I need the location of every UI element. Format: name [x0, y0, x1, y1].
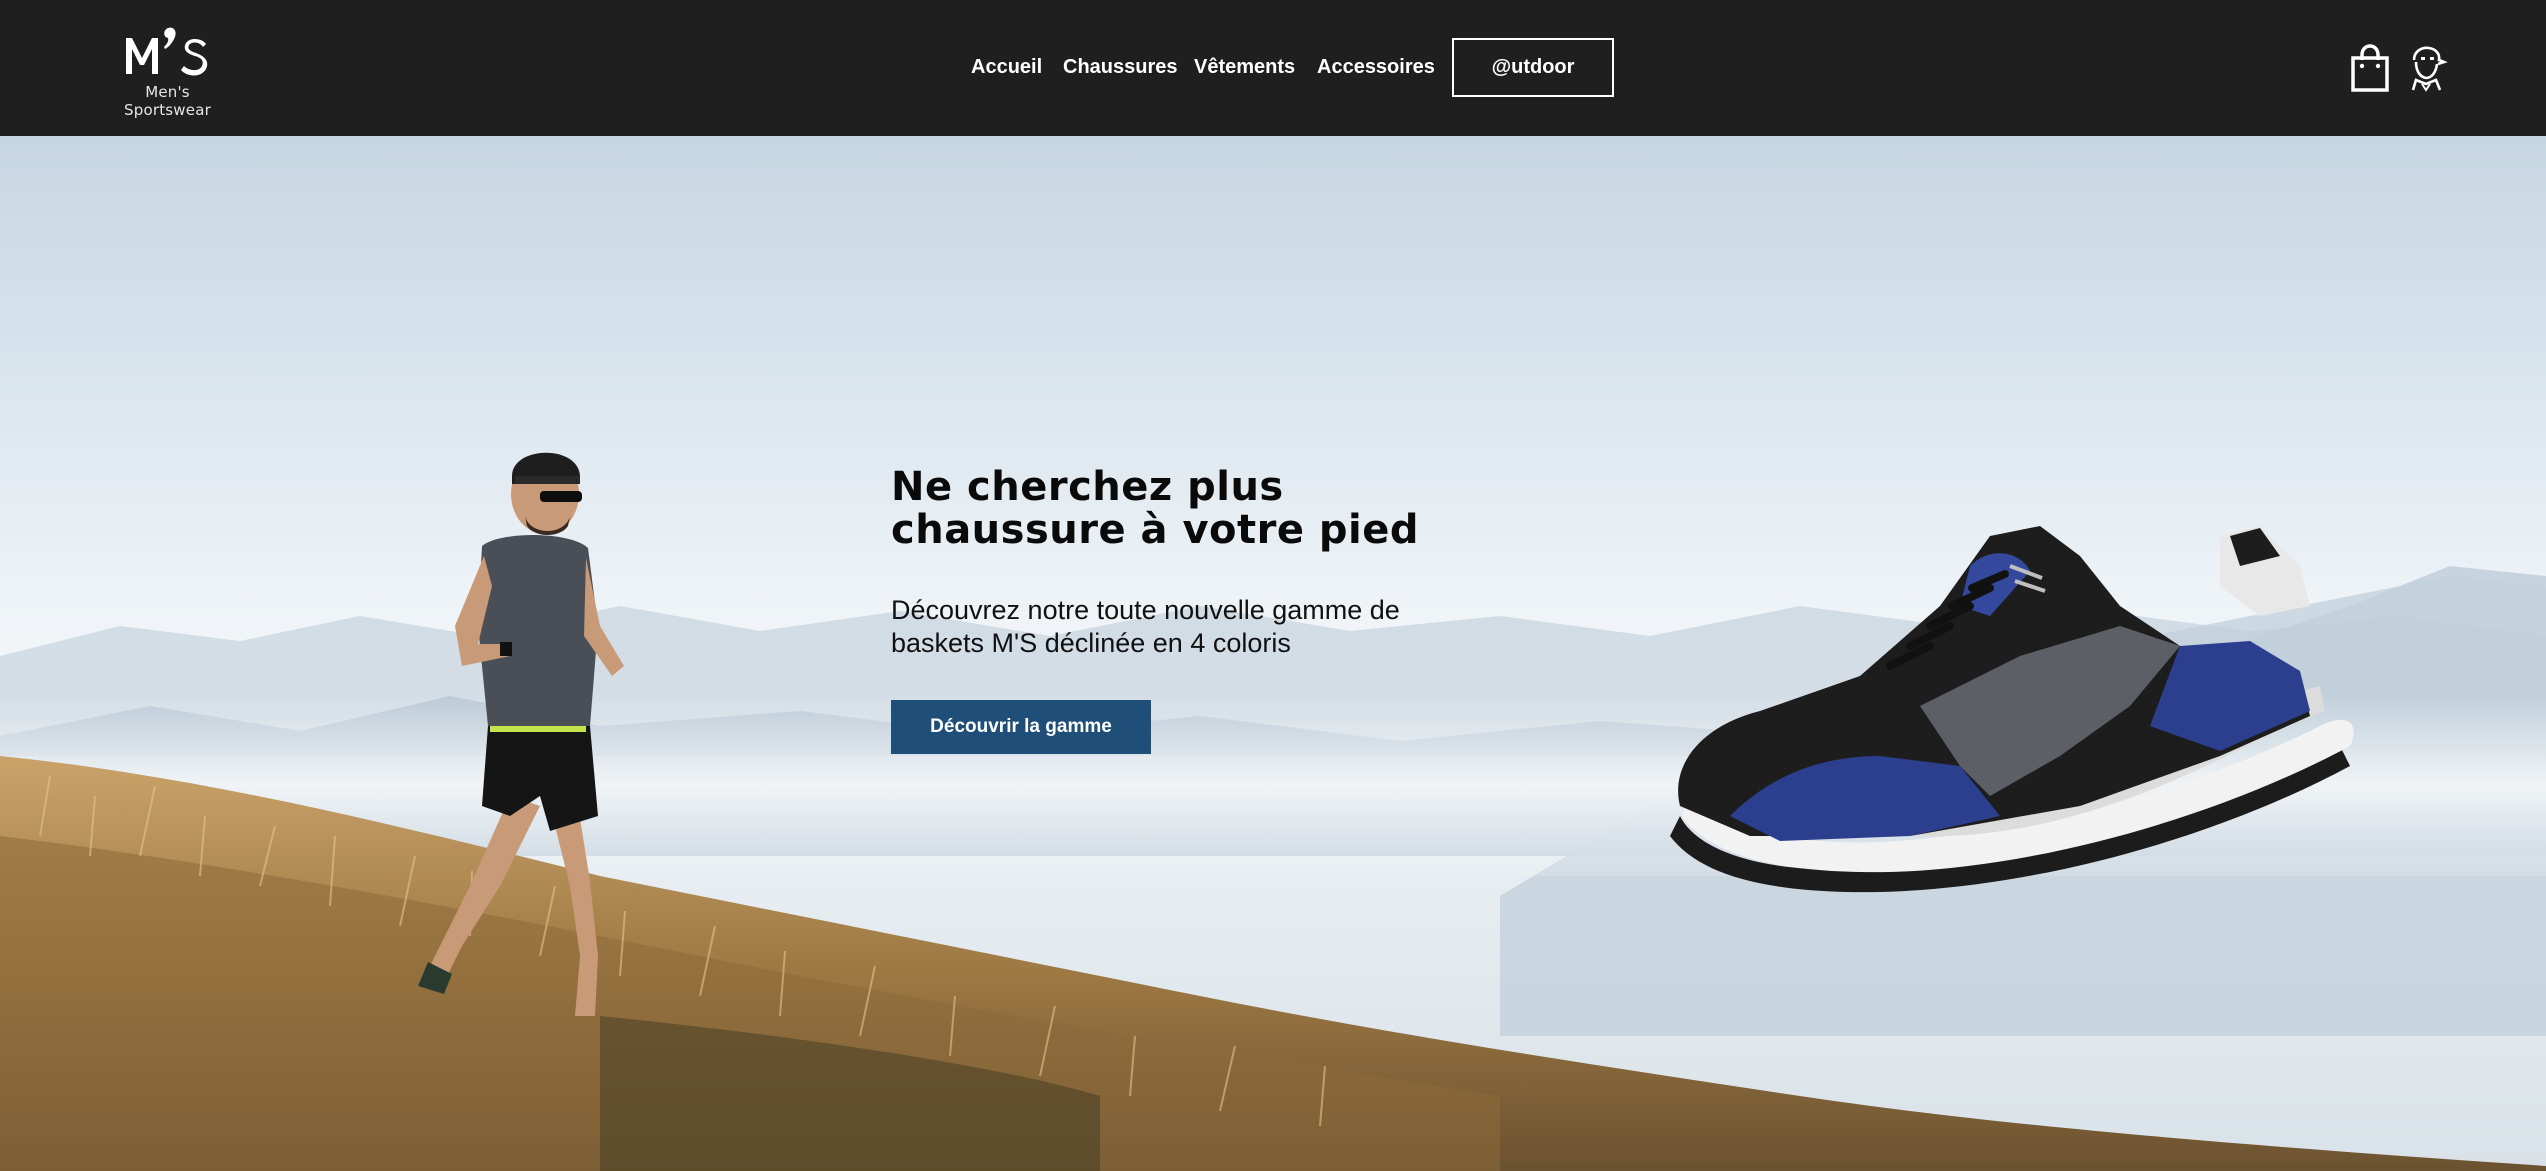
discover-range-button[interactable]: Découvrir la gamme [891, 700, 1151, 754]
nav-link-chaussures[interactable]: Chaussures [1063, 56, 1178, 79]
hero-title-line-2: chaussure à votre pied [891, 507, 1420, 553]
nav-link-accessoires[interactable]: Accessoires [1317, 56, 1435, 79]
hero-title: Ne cherchez plus chaussure à votre pied [891, 466, 1451, 552]
hero-subtitle-line-2: baskets M'S déclinée en 4 coloris [891, 628, 1291, 658]
account-button[interactable] [2404, 44, 2448, 92]
nav-link-vetements[interactable]: Vêtements [1194, 56, 1295, 79]
nav-link-accueil[interactable]: Accueil [971, 56, 1042, 79]
cart-button[interactable] [2348, 44, 2392, 92]
hero-banner: Ne cherchez plus chaussure à votre pied … [0, 136, 2546, 1171]
sneaker-product-image [1670, 526, 2354, 893]
runner-photo [418, 452, 624, 1016]
user-account-icon [2411, 46, 2448, 92]
shopping-bag-icon [2351, 44, 2389, 92]
site-header: Men's Sportswear Accueil Chaussures Vête… [0, 0, 2546, 136]
outdoor-button[interactable]: @utdoor [1452, 38, 1614, 97]
hero-title-line-1: Ne cherchez plus [891, 464, 1284, 510]
hero-subtitle: Découvrez notre toute nouvelle gamme de … [891, 594, 1431, 660]
hero-subtitle-line-1: Découvrez notre toute nouvelle gamme de [891, 595, 1400, 625]
main-nav: Accueil Chaussures Vêtements Accessoires… [0, 0, 2546, 136]
